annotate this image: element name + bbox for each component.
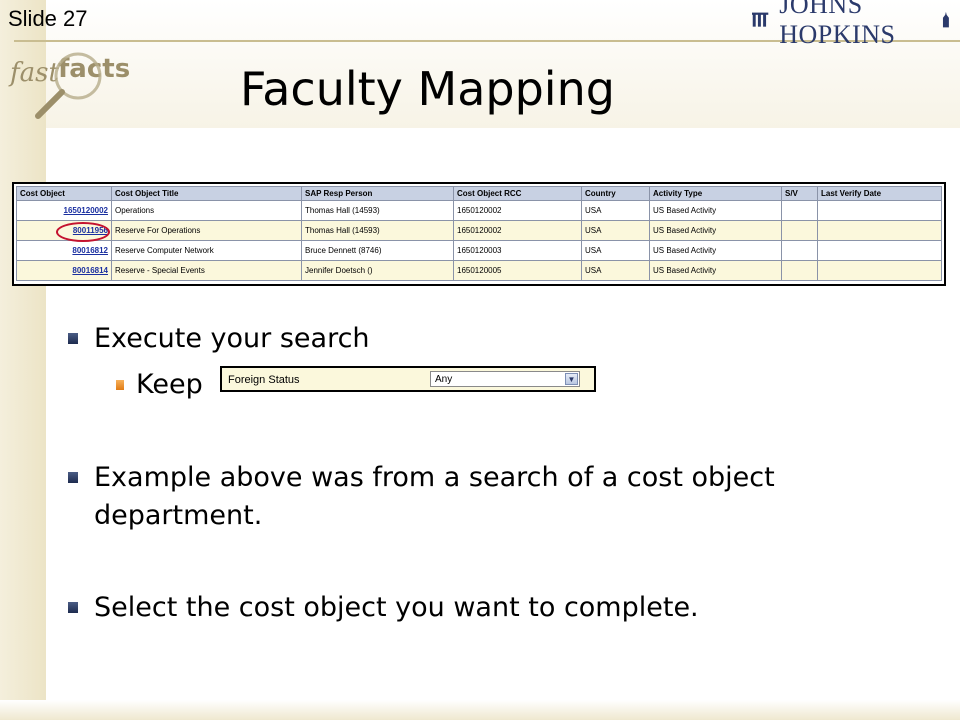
- foreign-status-panel: Foreign Status Any ▼: [220, 366, 596, 392]
- jh-dome-icon: [943, 11, 950, 28]
- col-header[interactable]: Activity Type: [649, 186, 782, 201]
- table-cell: US Based Activity: [649, 220, 782, 241]
- table-cell: 1650120003: [453, 240, 582, 261]
- table-cell: Bruce Dennett (8746): [301, 240, 454, 261]
- table-cell: [817, 200, 942, 221]
- slide-title: Faculty Mapping: [240, 62, 615, 116]
- cost-object-link[interactable]: 1650120002: [16, 200, 112, 221]
- fast-facts-logo: fast facts: [6, 50, 130, 120]
- table-cell: Thomas Hall (14593): [301, 220, 454, 241]
- table-cell: 1650120002: [453, 200, 582, 221]
- chevron-down-icon[interactable]: ▼: [565, 373, 578, 385]
- col-header[interactable]: S/V: [781, 186, 818, 201]
- table-cell: Thomas Hall (14593): [301, 200, 454, 221]
- bullet-execute-search: Execute your search: [94, 323, 370, 354]
- table-cell: [817, 220, 942, 241]
- magnifier-icon: [35, 52, 102, 119]
- sub-bullet-icon: [116, 380, 124, 390]
- col-header[interactable]: Cost Object: [16, 186, 112, 201]
- bullet-example-line2: department.: [94, 500, 263, 531]
- table-header-row: Cost Object Cost Object Title SAP Resp P…: [16, 186, 942, 201]
- cost-object-table: Cost Object Cost Object Title SAP Resp P…: [12, 182, 946, 286]
- table-row: 80016812 Reserve Computer Network Bruce …: [16, 240, 942, 261]
- table-cell: Reserve - Special Events: [111, 260, 302, 281]
- table-cell: USA: [581, 240, 650, 261]
- bullet-icon: [68, 333, 78, 344]
- table-cell: [781, 220, 818, 241]
- highlight-circle: [56, 222, 110, 242]
- table-cell: US Based Activity: [649, 240, 782, 261]
- table-cell: 1650120002: [453, 220, 582, 241]
- table-cell: Operations: [111, 200, 302, 221]
- table-cell: Jennifer Doetsch (): [301, 260, 454, 281]
- col-header[interactable]: Country: [581, 186, 650, 201]
- bullet-icon: [68, 472, 78, 483]
- foreign-status-value: Any: [435, 374, 453, 385]
- col-header[interactable]: Cost Object RCC: [453, 186, 582, 201]
- table-cell: [781, 200, 818, 221]
- table-cell: Reserve For Operations: [111, 220, 302, 241]
- table-cell: US Based Activity: [649, 260, 782, 281]
- table-cell: [817, 260, 942, 281]
- table-cell: US Based Activity: [649, 200, 782, 221]
- logo-text: JOHNS HOPKINS: [779, 0, 896, 49]
- col-header[interactable]: SAP Resp Person: [301, 186, 454, 201]
- johns-hopkins-logo: JOHNS HOPKINS: [752, 0, 952, 49]
- sub-bullet-keep: Keep: [136, 369, 203, 400]
- table-row: 80016814 Reserve - Special Events Jennif…: [16, 260, 942, 281]
- slide-number: Slide 27: [8, 6, 88, 31]
- col-header[interactable]: Cost Object Title: [111, 186, 302, 201]
- footer-band: [0, 700, 960, 720]
- col-header[interactable]: Last Verify Date: [817, 186, 942, 201]
- table-cell: [781, 240, 818, 261]
- jh-logo-icon: [752, 12, 769, 27]
- table-cell: 1650120005: [453, 260, 582, 281]
- cost-object-link[interactable]: 80016812: [16, 240, 112, 261]
- table-cell: USA: [581, 260, 650, 281]
- foreign-status-label: Foreign Status: [228, 374, 300, 386]
- table-cell: [781, 260, 818, 281]
- bullet-select-cost-object: Select the cost object you want to compl…: [94, 592, 699, 623]
- table-cell: Reserve Computer Network: [111, 240, 302, 261]
- bullet-example-line1: Example above was from a search of a cos…: [94, 462, 775, 493]
- cost-object-link[interactable]: 80016814: [16, 260, 112, 281]
- foreign-status-select[interactable]: Any ▼: [430, 371, 580, 387]
- table-cell: USA: [581, 200, 650, 221]
- results-grid: Cost Object Cost Object Title SAP Resp P…: [16, 186, 942, 281]
- table-cell: USA: [581, 220, 650, 241]
- table-row: 1650120002 Operations Thomas Hall (14593…: [16, 200, 942, 221]
- table-cell: [817, 240, 942, 261]
- bullet-icon: [68, 602, 78, 613]
- table-row: 80011956 Reserve For Operations Thomas H…: [16, 220, 942, 241]
